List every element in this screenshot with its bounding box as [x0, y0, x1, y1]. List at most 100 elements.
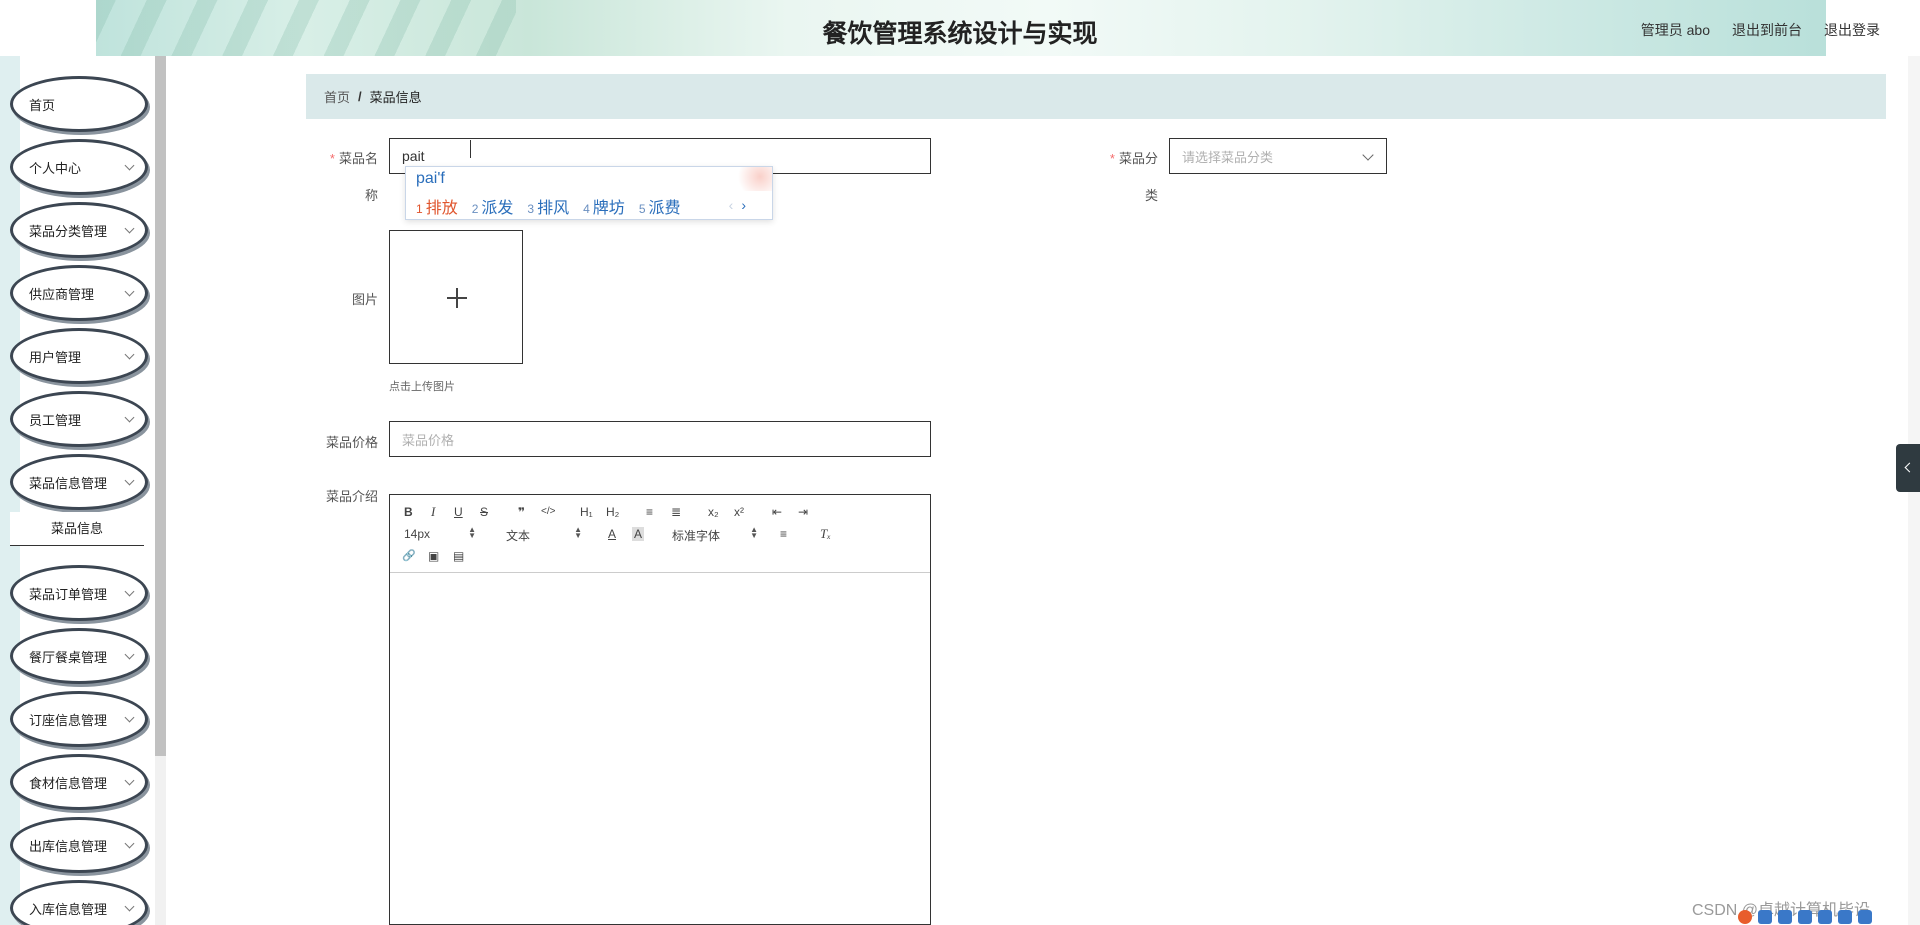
sidebar-item-dish-info[interactable]: 菜品信息管理: [10, 454, 148, 510]
chevron-down-icon: [124, 712, 135, 723]
category-label-text: 菜品分: [1118, 151, 1158, 166]
font-family-value: 标准字体: [672, 529, 721, 543]
breadcrumb-home[interactable]: 首页: [324, 87, 350, 106]
ime-next-icon[interactable]: ›: [741, 197, 746, 213]
price-input[interactable]: 菜品价格: [389, 421, 931, 457]
sidebar-item-home[interactable]: 首页: [10, 76, 148, 132]
select-arrows-icon: ▲ ▼: [750, 525, 758, 540]
chevron-down-icon: [124, 349, 135, 360]
toolbox-icon[interactable]: [1858, 909, 1872, 924]
ime-page-nav: ‹ ›: [729, 197, 746, 213]
subscript-button[interactable]: x₂: [708, 505, 719, 519]
ime-candidate[interactable]: 5 派费: [639, 194, 681, 218]
chevron-down-icon: [124, 412, 135, 423]
strike-button[interactable]: S: [480, 505, 488, 519]
breadcrumb-current: 菜品信息: [369, 90, 422, 105]
header1-button[interactable]: H₁: [580, 505, 593, 519]
ime-candidate-text: 派发: [481, 200, 514, 217]
ime-candidate[interactable]: 2 派发: [472, 194, 514, 218]
sidebar-scrollbar-thumb[interactable]: [155, 56, 166, 756]
blockquote-button[interactable]: ❞: [518, 505, 525, 519]
sogou-logo-icon[interactable]: [1738, 909, 1752, 924]
sidebar-item-dish-orders[interactable]: 菜品订单管理: [10, 565, 148, 621]
clear-format-button[interactable]: Tₓ: [820, 527, 831, 541]
ime-candidate-number: 1: [416, 202, 423, 216]
image-upload-button[interactable]: [389, 230, 523, 364]
ordered-list-button[interactable]: ≡: [646, 505, 653, 519]
bold-button[interactable]: B: [404, 505, 413, 519]
code-block-button[interactable]: </>: [541, 505, 555, 519]
intro-label: 菜品介绍: [325, 489, 378, 504]
chevron-down-icon: [124, 286, 135, 297]
block-type-select[interactable]: 文本 ▲ ▼: [506, 525, 582, 544]
dish-name-value: pait: [402, 148, 425, 164]
sidebar-item-outbound[interactable]: 出库信息管理: [10, 817, 148, 873]
sidebar-item-users[interactable]: 用户管理: [10, 328, 148, 384]
ime-candidate-text: 排放: [425, 200, 458, 217]
chevron-down-icon: [124, 223, 135, 234]
ime-logo-icon: [732, 167, 772, 191]
skin-icon[interactable]: [1838, 909, 1852, 924]
breadcrumb: 首页 / 菜品信息: [306, 74, 1886, 119]
sidebar-item-personal-center[interactable]: 个人中心: [10, 139, 148, 195]
header-links: 管理员 abo 退出到前台 退出登录: [1641, 20, 1880, 40]
ime-candidate-text: 牌坊: [592, 200, 625, 217]
price-placeholder: 菜品价格: [402, 432, 455, 448]
category-label: * 菜品分: [1090, 148, 1158, 167]
background-color-button[interactable]: A: [632, 527, 645, 541]
ime-prev-icon[interactable]: ‹: [729, 197, 734, 213]
select-arrows-icon: ▲ ▼: [574, 525, 582, 540]
ime-candidate-number: 5: [638, 202, 646, 216]
microphone-icon[interactable]: [1798, 909, 1812, 924]
category-label-wrap: 类: [1144, 188, 1158, 203]
ime-candidate-text: 派费: [648, 200, 681, 217]
sidebar-item-dish-category[interactable]: 菜品分类管理: [10, 202, 148, 258]
font-color-button[interactable]: A: [608, 527, 616, 541]
back-to-front-link[interactable]: 退出到前台: [1732, 20, 1802, 40]
sidebar-subitem-dish-info[interactable]: 菜品信息: [10, 512, 144, 546]
insert-image-button[interactable]: ▣: [428, 549, 439, 563]
header2-button[interactable]: H₂: [606, 505, 619, 519]
link-button[interactable]: 🔗: [402, 549, 416, 563]
sidebar-item-label: 出库信息管理: [29, 838, 108, 854]
italic-button[interactable]: I: [431, 505, 435, 519]
sidebar-item-label: 个人中心: [29, 160, 82, 176]
insert-video-button[interactable]: ▤: [453, 549, 464, 563]
superscript-button[interactable]: x²: [734, 505, 744, 519]
sidebar-item-reservations[interactable]: 订座信息管理: [10, 691, 148, 747]
chinese-mode-icon[interactable]: [1758, 909, 1772, 924]
editor-content-area[interactable]: [390, 574, 930, 924]
bullet-list-button[interactable]: ≣: [671, 505, 681, 519]
text-cursor-icon: [470, 140, 471, 158]
sidebar-item-label: 菜品信息管理: [29, 475, 108, 491]
font-family-select[interactable]: 标准字体 ▲ ▼: [672, 525, 758, 544]
sidebar-item-label: 供应商管理: [29, 286, 95, 302]
ime-candidate[interactable]: 4 牌坊: [583, 194, 625, 218]
chevron-down-icon: [124, 838, 135, 849]
required-mark: *: [329, 151, 335, 166]
sidebar-item-staff[interactable]: 员工管理: [10, 391, 148, 447]
sidebar-item-tables[interactable]: 餐厅餐桌管理: [10, 628, 148, 684]
dish-name-label: * 菜品名: [310, 148, 378, 167]
underline-button[interactable]: U: [454, 505, 463, 519]
align-button[interactable]: ≡: [780, 527, 787, 541]
sidebar-item-supplier[interactable]: 供应商管理: [10, 265, 148, 321]
block-type-value: 文本: [506, 529, 531, 543]
sidebar: 首页 个人中心 菜品分类管理 供应商管理 用户管理 员工管理 菜品信息管理 菜品…: [0, 56, 166, 925]
ime-candidate[interactable]: 3 排风: [527, 194, 569, 218]
outdent-button[interactable]: ⇤: [772, 505, 782, 519]
category-select[interactable]: 请选择菜品分类: [1169, 138, 1387, 174]
keyboard-icon[interactable]: [1818, 909, 1832, 924]
plus-icon-vertical: [456, 288, 458, 308]
select-arrows-icon: ▲ ▼: [468, 525, 476, 540]
font-size-select[interactable]: 14px ▲ ▼: [404, 525, 476, 542]
logout-link[interactable]: 退出登录: [1824, 20, 1880, 40]
sidebar-item-inbound[interactable]: 入库信息管理: [10, 880, 148, 925]
ime-candidate-list: 1 排放 2 派发 3 排风 4 牌坊 5 派费: [416, 194, 681, 218]
punctuation-icon[interactable]: [1778, 909, 1792, 924]
collapse-panel-button[interactable]: [1896, 444, 1920, 492]
indent-button[interactable]: ⇥: [798, 505, 808, 519]
ime-candidate[interactable]: 1 排放: [416, 194, 458, 218]
sidebar-item-ingredients[interactable]: 食材信息管理: [10, 754, 148, 810]
ime-candidate-number: 2: [471, 202, 479, 216]
